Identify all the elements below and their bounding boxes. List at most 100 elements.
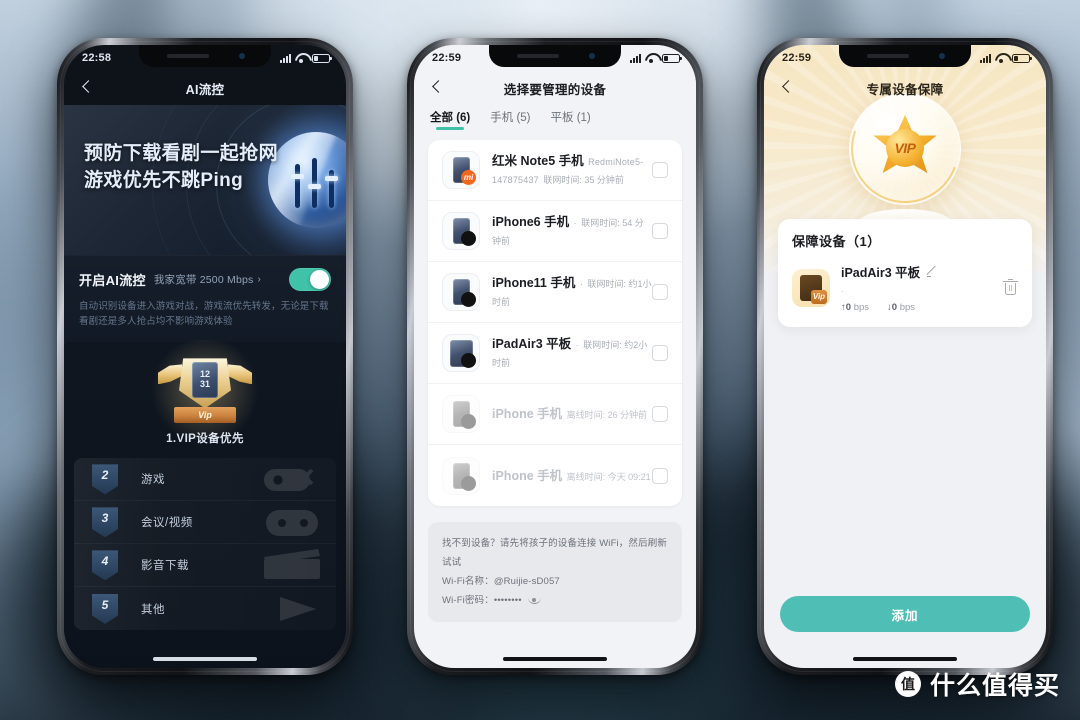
priority-row-2[interactable]: 2 游戏 — [74, 458, 336, 502]
toggle-label: 开启AI流控 — [79, 273, 146, 288]
device-meta: iPhone 手机 离线时间: 今天 09:21 — [492, 467, 652, 485]
device-checkbox[interactable] — [652, 223, 668, 239]
list-item[interactable]:  iPhone 手机 离线时间: 今天 09:21 — [428, 445, 682, 506]
vip-chip: Vip — [811, 289, 827, 304]
device-type-tabs: 全部 (6) 手机 (5) 平板 (1) — [414, 105, 696, 138]
page-title: 选择要管理的设备 — [503, 82, 607, 97]
ai-flow-switch[interactable] — [289, 268, 331, 291]
mi-logo-icon: mi — [461, 170, 476, 185]
device-name: iPadAir3 平板 — [841, 266, 921, 280]
nav-bar: AI流控 — [64, 71, 346, 105]
battery-icon — [662, 53, 682, 63]
page-title: 专属设备保障 — [866, 82, 944, 97]
list-item[interactable]: mi 红米 Note5 手机 RedmiNote5-147875437 联网时间… — [428, 140, 682, 201]
device-id: · — [579, 279, 584, 289]
tab-phones[interactable]: 手机 (5) — [490, 109, 530, 130]
status-clock: 22:58 — [82, 52, 112, 64]
device-time: 联网时间: 35 分钟前 — [543, 175, 624, 185]
watermark-logo-icon: 值 — [894, 671, 921, 697]
vip-badge-wrap: 12 31 Vip — [64, 340, 346, 441]
bandwidth-label[interactable]: 我家宽带 2500 Mbps — [154, 272, 254, 287]
back-chevron-icon[interactable] — [778, 79, 796, 97]
priority-row-4[interactable]: 4 影音下载 — [74, 544, 336, 588]
apple-logo-icon:  — [461, 414, 476, 429]
device-checkbox[interactable] — [652, 284, 668, 300]
device-name-row: iPadAir3 平板 — [841, 262, 995, 281]
priority-label: 会议/视频 — [141, 517, 193, 530]
apple-logo-icon:  — [461, 353, 476, 368]
add-button[interactable]: 添加 — [780, 596, 1030, 632]
wifi-icon — [645, 53, 658, 64]
ai-flow-toggle-card: 开启AI流控 我家宽带 2500 Mbps › 自动识别设备进入游戏对战，游戏流… — [64, 255, 346, 343]
device-checkbox[interactable] — [652, 467, 668, 484]
priority-row-3[interactable]: 3 会议/视频 — [74, 501, 336, 545]
hero-text: 预防下载看剧一起抢网 游戏优先不跳Ping — [84, 141, 278, 195]
list-item[interactable]:  iPhone6 手机 · 联网时间: 54 分钟前 — [428, 201, 682, 262]
speaker-icon — [167, 54, 209, 58]
page-title: AI流控 — [185, 82, 225, 97]
wifi-icon — [295, 53, 308, 64]
list-item[interactable]:  iPhone11 手机 · 联网时间: 约1小时前 — [428, 262, 682, 323]
device-name: iPhone11 手机 — [492, 276, 576, 290]
device-name: 红米 Note5 手机 — [492, 154, 584, 168]
watermark: 值 什么值得买 — [894, 666, 1060, 702]
guaranteed-devices-card: 保障设备（1） Vip iPadAir3 平板 · ↑0 bps ↓0 bps — [778, 219, 1032, 327]
list-item[interactable]:  iPhone 手机 离线时间: 26 分钟前 — [428, 384, 682, 445]
wifi-password-label: Wi-Fi密码： — [442, 595, 494, 606]
device-name: iPhone6 手机 — [492, 215, 570, 229]
wifi-ssid-row: Wi-Fi名称：@Ruijie-sD057 — [442, 572, 668, 591]
device-name: iPhone 手机 — [492, 468, 563, 483]
trash-delete-icon[interactable] — [1003, 279, 1018, 296]
film-clapper-icon — [264, 549, 320, 580]
tab-all[interactable]: 全部 (6) — [430, 109, 470, 130]
device-checkbox[interactable] — [652, 406, 668, 422]
wifi-icon — [995, 53, 1008, 64]
pencil-edit-icon[interactable] — [926, 266, 938, 278]
device-list: mi 红米 Note5 手机 RedmiNote5-147875437 联网时间… — [428, 140, 682, 506]
eye-toggle-icon[interactable] — [527, 596, 541, 604]
camera-icon — [239, 53, 245, 59]
hero-line-2: 游戏优先不跳Ping — [84, 169, 244, 191]
back-chevron-icon[interactable] — [428, 79, 446, 97]
home-indicator — [153, 657, 257, 661]
back-chevron-icon[interactable] — [78, 79, 96, 97]
device-icon-ipad:  — [442, 334, 480, 372]
status-icons — [280, 53, 332, 64]
priority-label: 影音下载 — [141, 560, 189, 573]
device-sub: · — [841, 286, 844, 296]
priority-row-5[interactable]: 5 其他 — [74, 587, 336, 631]
audio-faders-orb-icon — [268, 132, 346, 228]
wifi-password-row: Wi-Fi密码：•••••••• — [442, 591, 668, 610]
phone-device-selection: 22:59 选择要管理的设备 全部 (6) 手机 (5) 平板 (1) mi 红… — [407, 38, 703, 675]
signal-bars-icon — [630, 53, 641, 63]
screen-vip-device-guarantee: 22:59 专属设备保障 VIP 保障设备（1） Vip iPadAir3 平板… — [764, 45, 1046, 668]
upload-unit: bps — [853, 302, 870, 313]
device-id: · — [575, 340, 579, 350]
device-icon-xiaomi: mi — [442, 151, 480, 189]
priority-list: 2 游戏 3 会议/视频 4 影音下载 5 其他 — [74, 458, 336, 631]
camera-icon — [589, 53, 595, 59]
wifi-password-value: •••••••• — [493, 595, 522, 606]
device-meta: iPhone6 手机 · 联网时间: 54 分钟前 — [492, 213, 652, 249]
upload-value: 0 — [845, 302, 852, 313]
device-icon-apple:  — [442, 456, 480, 495]
list-item[interactable]:  iPadAir3 平板 · 联网时间: 约2小时前 — [428, 323, 682, 384]
priority-section: 12 31 Vip 1.VIP设备优先 2 游戏 — [64, 340, 346, 668]
device-id: · — [573, 218, 577, 228]
tab-tablets[interactable]: 平板 (1) — [551, 109, 591, 130]
gamepad-icon — [264, 468, 314, 492]
rank-pennant: 2 — [92, 464, 118, 495]
download-speed: ↓0 bps — [887, 302, 915, 313]
vip-star-text: VIP — [886, 129, 924, 167]
help-box: 找不到设备？请先将孩子的设备连接 WiFi，然后刷新试试 Wi-Fi名称：@Ru… — [428, 522, 682, 622]
list-item[interactable]: Vip iPadAir3 平板 · ↑0 bps ↓0 bps — [792, 262, 1018, 313]
gamepad-icon — [266, 510, 318, 537]
device-checkbox[interactable] — [652, 162, 668, 178]
chevron-right-icon[interactable]: › — [257, 274, 260, 285]
home-indicator — [853, 657, 957, 661]
device-name: iPadAir3 平板 — [492, 337, 572, 351]
speaker-icon — [517, 54, 559, 58]
upload-speed: ↑0 bps — [841, 302, 869, 313]
device-checkbox[interactable] — [652, 345, 668, 361]
camera-icon — [939, 53, 945, 59]
